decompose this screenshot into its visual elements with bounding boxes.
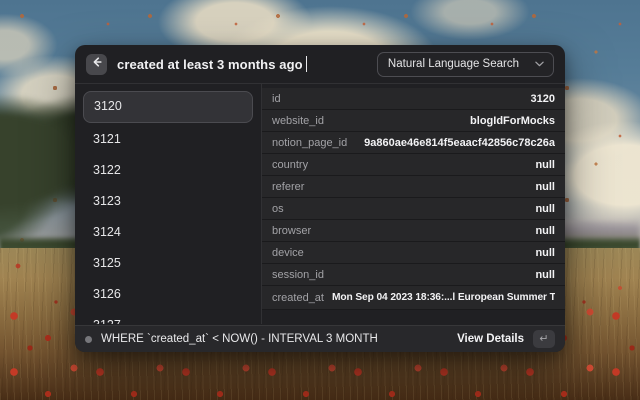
return-key-icon[interactable]: ↵ bbox=[533, 330, 555, 348]
detail-row[interactable]: website_id blogIdForMocks bbox=[262, 110, 565, 132]
detail-value: null bbox=[535, 224, 555, 237]
detail-key: device bbox=[272, 246, 304, 259]
search-query-text: created at least 3 months ago bbox=[117, 56, 303, 72]
detail-key: referer bbox=[272, 180, 305, 193]
list-item[interactable]: 3121 bbox=[83, 124, 253, 154]
detail-row[interactable]: notion_page_id 9a860ae46e814f5eaacf42856… bbox=[262, 132, 565, 154]
detail-row[interactable]: country null bbox=[262, 154, 565, 176]
detail-row[interactable]: id 3120 bbox=[262, 88, 565, 110]
detail-value: null bbox=[535, 202, 555, 215]
detail-key: id bbox=[272, 92, 281, 105]
back-button[interactable] bbox=[86, 53, 107, 75]
detail-value: blogIdForMocks bbox=[470, 114, 555, 127]
detail-row[interactable]: referer null bbox=[262, 176, 565, 198]
search-mode-value: Natural Language Search bbox=[387, 58, 519, 70]
status-dot-icon bbox=[85, 335, 92, 343]
search-window: created at least 3 months ago Natural La… bbox=[75, 45, 565, 352]
detail-key: website_id bbox=[272, 114, 324, 127]
footer-bar: WHERE `created_at` < NOW() - INTERVAL 3 … bbox=[75, 325, 565, 352]
content-area: 3120 3121 3122 3123 3124 3125 3126 3127 … bbox=[75, 84, 565, 324]
search-mode-dropdown[interactable]: Natural Language Search bbox=[376, 51, 554, 77]
sql-query-preview: WHERE `created_at` < NOW() - INTERVAL 3 … bbox=[101, 333, 378, 345]
detail-key: session_id bbox=[272, 268, 324, 281]
detail-value: null bbox=[535, 158, 555, 171]
list-item[interactable]: 3127 bbox=[83, 310, 253, 324]
search-input[interactable]: created at least 3 months ago bbox=[117, 56, 367, 72]
detail-key: os bbox=[272, 202, 284, 215]
list-item[interactable]: 3122 bbox=[83, 155, 253, 185]
detail-value: 9a860ae46e814f5eaacf42856c78c26a bbox=[364, 136, 555, 149]
text-caret bbox=[305, 56, 308, 72]
list-item[interactable]: 3123 bbox=[83, 186, 253, 216]
detail-value: null bbox=[535, 180, 555, 193]
detail-value: Mon Sep 04 2023 18:36:...l European Summ… bbox=[331, 292, 555, 303]
header-bar: created at least 3 months ago Natural La… bbox=[75, 45, 565, 84]
list-item[interactable]: 3120 bbox=[83, 91, 253, 123]
chevron-down-icon bbox=[535, 58, 544, 70]
detail-panel: id 3120 website_id blogIdForMocks notion… bbox=[262, 84, 565, 324]
detail-row[interactable]: os null bbox=[262, 198, 565, 220]
detail-value: null bbox=[535, 246, 555, 259]
detail-value: null bbox=[535, 268, 555, 281]
detail-row[interactable]: browser null bbox=[262, 220, 565, 242]
detail-key: created_at bbox=[272, 291, 324, 304]
view-details-button[interactable]: View Details bbox=[457, 333, 524, 345]
detail-key: notion_page_id bbox=[272, 136, 348, 149]
detail-key: country bbox=[272, 158, 309, 171]
list-item[interactable]: 3124 bbox=[83, 217, 253, 247]
back-arrow-icon bbox=[91, 55, 103, 73]
detail-row[interactable]: device null bbox=[262, 242, 565, 264]
list-item[interactable]: 3126 bbox=[83, 279, 253, 309]
detail-key: browser bbox=[272, 224, 312, 237]
results-list: 3120 3121 3122 3123 3124 3125 3126 3127 bbox=[75, 84, 262, 324]
detail-row[interactable]: session_id null bbox=[262, 264, 565, 286]
list-item[interactable]: 3125 bbox=[83, 248, 253, 278]
detail-value: 3120 bbox=[530, 92, 555, 105]
detail-row[interactable]: created_at Mon Sep 04 2023 18:36:...l Eu… bbox=[262, 286, 565, 310]
